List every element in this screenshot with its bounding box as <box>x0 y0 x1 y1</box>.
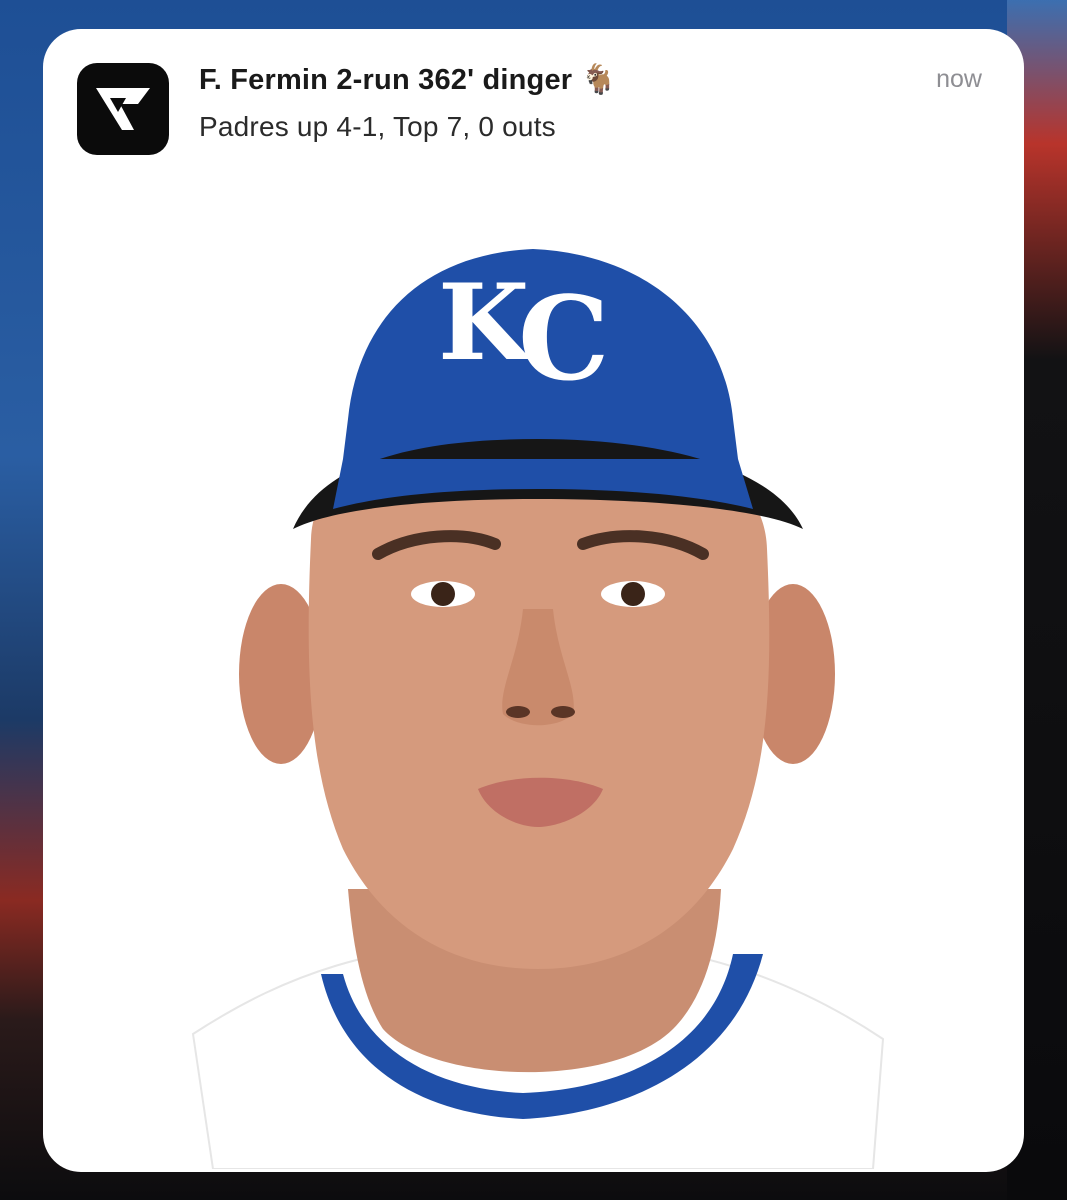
notification-card[interactable]: F. Fermin 2-run 362' dinger 🐐 Padres up … <box>43 29 1024 1172</box>
app-logo-icon <box>77 63 169 155</box>
svg-text:C: C <box>518 272 610 407</box>
player-headshot-image: K C <box>191 249 885 1169</box>
notification-subtitle: Padres up 4-1, Top 7, 0 outs <box>199 111 556 142</box>
notification-title: F. Fermin 2-run 362' dinger 🐐 <box>199 64 617 96</box>
notification-timestamp: now <box>936 65 982 93</box>
